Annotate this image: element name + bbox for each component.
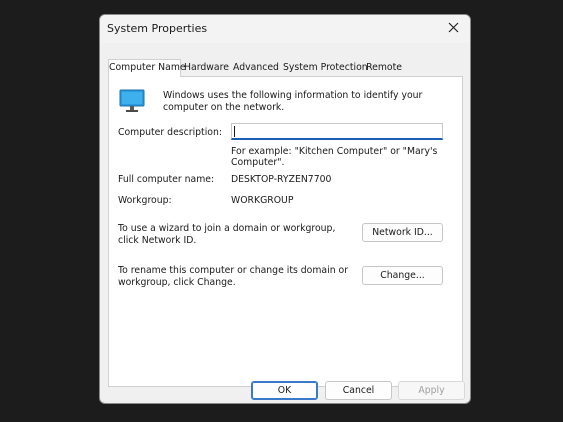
workgroup-label: Workgroup: <box>118 195 172 206</box>
computer-description-input[interactable] <box>231 123 443 140</box>
description-example: For example: "Kitchen Computer" or "Mary… <box>231 146 438 168</box>
text-caret <box>234 126 235 137</box>
window-title: System Properties <box>107 22 208 35</box>
tab-hardware[interactable]: Hardware <box>184 61 229 76</box>
system-properties-dialog: System Properties Computer Name Hardware… <box>99 14 471 404</box>
apply-button[interactable]: Apply <box>398 381 465 400</box>
full-computer-name-value: DESKTOP-RYZEN7700 <box>231 174 332 185</box>
ok-button[interactable]: OK <box>251 381 318 400</box>
network-id-button[interactable]: Network ID... <box>362 223 443 242</box>
computer-monitor-icon <box>119 89 145 113</box>
tab-computer-name[interactable]: Computer Name <box>108 59 186 77</box>
workgroup-value: WORKGROUP <box>231 195 294 206</box>
network-id-text: To use a wizard to join a domain or work… <box>118 223 336 246</box>
intro-text: Windows uses the following information t… <box>163 90 423 113</box>
cancel-button[interactable]: Cancel <box>325 381 392 400</box>
computer-name-panel: Windows uses the following information t… <box>108 76 463 387</box>
computer-description-label: Computer description: <box>118 127 222 138</box>
tab-system-protection[interactable]: System Protection <box>283 61 368 76</box>
title-bar[interactable]: System Properties <box>100 15 470 43</box>
change-text: To rename this computer or change its do… <box>118 265 349 288</box>
tab-remote[interactable]: Remote <box>366 61 402 76</box>
change-button[interactable]: Change... <box>362 266 443 285</box>
close-button[interactable] <box>442 17 466 39</box>
close-icon <box>448 22 459 33</box>
tab-advanced[interactable]: Advanced <box>233 61 279 76</box>
full-computer-name-label: Full computer name: <box>118 174 215 185</box>
